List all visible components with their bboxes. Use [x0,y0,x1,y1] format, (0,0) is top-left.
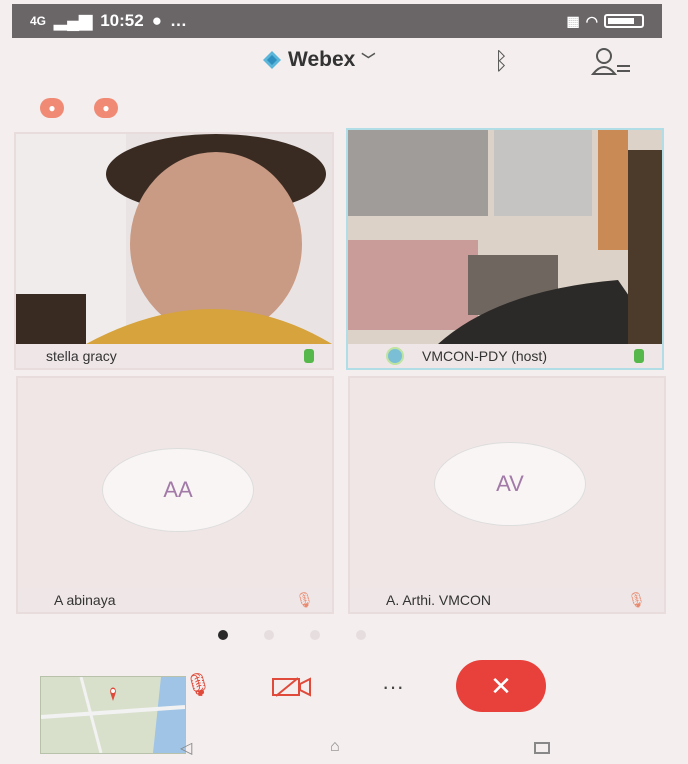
call-controls: 🎙 ··· [0,650,688,730]
chevron-down-icon: ﹀ [361,52,376,68]
status-extra: … [169,11,187,30]
app-switcher[interactable]: Webex ﹀ [262,48,375,72]
page-dot[interactable] [310,630,320,640]
avatar: AV [434,442,586,526]
participant-name-bar: A. Arthi. VMCON 🎙 [350,588,664,612]
home-icon[interactable]: ⌂ [330,738,340,756]
status-time: 10:52 [100,11,144,30]
recents-icon[interactable] [534,742,550,754]
chat-bubble-icon: ● [151,11,162,30]
bluetooth-icon[interactable]: ᛒ [494,48,508,76]
participants-icon[interactable] [590,46,632,83]
participant-name: A abinaya [54,592,116,608]
participant-tile[interactable]: stella gracy [14,132,334,370]
back-icon[interactable]: ◁ [180,738,192,758]
participant-tile-host[interactable]: VMCON-PDY (host) [346,128,664,370]
meeting-header: Webex ﹀ ᛒ [0,42,688,86]
end-call-button[interactable]: ✕ [456,660,546,712]
participant-video [348,130,662,344]
page-dot-active[interactable] [218,630,228,640]
app-name: Webex [288,48,356,71]
webex-logo-icon [263,51,281,69]
participant-tile[interactable]: AV A. Arthi. VMCON 🎙 [348,376,666,614]
wifi-icon: ◠ [585,12,598,29]
lock-icon[interactable]: ● [40,98,64,118]
system-nav-bar: ◁ ⌂ [0,736,688,764]
mic-muted-icon: 🎙 [626,592,646,609]
network-icon: ▦ [566,12,580,29]
signal-indicator: 4G [30,14,47,28]
video-off-icon[interactable] [272,676,312,703]
status-bar: 4G ▂▄▆ 10:52 ● … ▦ ◠ [12,4,662,38]
participant-tile[interactable]: AA A abinaya 🎙 [16,376,334,614]
page-dot[interactable] [356,630,366,640]
mic-on-icon [304,349,314,363]
participant-name-bar: VMCON-PDY (host) [348,344,662,368]
host-badge-icon [386,347,404,365]
battery-icon [604,14,644,28]
mic-muted-icon: 🎙 [294,592,314,609]
mute-icon[interactable]: 🎙 [184,672,212,698]
participant-name: VMCON-PDY (host) [422,348,547,364]
participant-name-bar: stella gracy [16,344,332,368]
page-dot[interactable] [264,630,274,640]
meeting-indicators: ● ● [40,98,118,118]
more-options-button[interactable]: ··· [382,674,404,700]
signal-bars-icon: ▂▄▆ [54,11,93,30]
participant-name: stella gracy [46,348,117,364]
mic-on-icon [634,349,644,363]
participant-video [16,134,332,344]
participant-name: A. Arthi. VMCON [386,592,492,608]
avatar: AA [102,448,254,532]
participant-name-bar: A abinaya 🎙 [18,588,332,612]
page-indicator [218,630,366,640]
info-icon[interactable]: ● [94,98,118,118]
